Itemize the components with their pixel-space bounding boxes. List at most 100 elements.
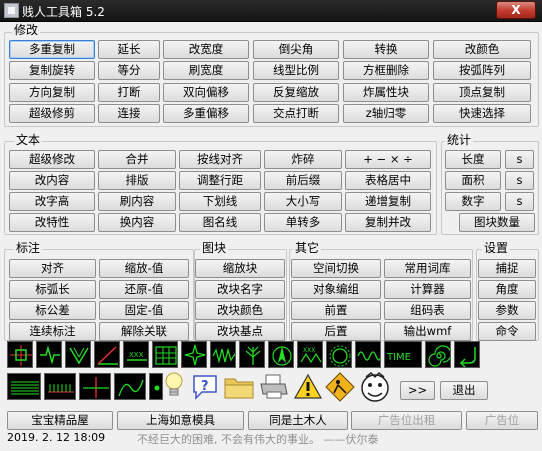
text-button[interactable]: 图名线	[179, 213, 261, 232]
return-arrow-icon[interactable]	[454, 341, 480, 368]
modify-button[interactable]: 快速选择	[433, 104, 531, 123]
settings-button[interactable]: 参数	[478, 301, 536, 320]
text-button[interactable]: 按线对齐	[179, 150, 261, 169]
block-button[interactable]: 改块颜色	[195, 301, 285, 320]
modify-button[interactable]: z轴归零	[343, 104, 429, 123]
modify-button[interactable]: 双向偏移	[163, 83, 249, 102]
compass-icon[interactable]	[268, 341, 294, 368]
settings-button[interactable]: 捕捉	[478, 259, 536, 278]
star-spline-icon[interactable]	[181, 341, 207, 368]
wave-icon[interactable]	[355, 341, 381, 368]
settings-button[interactable]: 角度	[478, 280, 536, 299]
block-button[interactable]: 缩放块	[195, 259, 285, 278]
text-button[interactable]: 改内容	[9, 171, 95, 190]
close-button[interactable]: X	[496, 1, 536, 19]
modify-button[interactable]: 改宽度	[163, 40, 249, 59]
break-line-icon[interactable]	[36, 341, 62, 368]
other-button[interactable]: 对象编组	[291, 280, 381, 299]
folder-icon[interactable]	[223, 373, 255, 401]
text-button[interactable]: 前后缀	[264, 171, 342, 190]
ad-button[interactable]: 广告位	[466, 411, 538, 430]
annotate-button[interactable]: 缩放-值	[99, 259, 189, 278]
modify-button[interactable]: 交点打断	[253, 104, 339, 123]
stats-button[interactable]: 面积	[445, 171, 501, 190]
text-button[interactable]: 排版	[98, 171, 176, 190]
cross-icon[interactable]	[79, 373, 111, 400]
spring-icon[interactable]	[7, 373, 41, 400]
dimension-icon[interactable]: XXX	[123, 341, 149, 368]
text-button[interactable]: 单转多	[264, 213, 342, 232]
link-button-shanghai[interactable]: 上海如意模具	[117, 411, 244, 430]
modify-button[interactable]: 多重复制	[9, 40, 95, 59]
help-icon[interactable]: ?	[190, 372, 220, 402]
text-button[interactable]: 复制并改	[345, 213, 431, 232]
other-button[interactable]: 计算器	[384, 280, 471, 299]
modify-button[interactable]: 炸属性块	[343, 83, 429, 102]
block-count-button[interactable]: 图块数量	[459, 213, 535, 232]
annotate-button[interactable]: 标公差	[9, 301, 96, 320]
text-button[interactable]: 下划线	[179, 192, 261, 211]
stats-s-button[interactable]: s	[505, 150, 534, 169]
modify-button[interactable]: 改颜色	[433, 40, 531, 59]
link-button-tumu[interactable]: 同是土木人	[248, 411, 348, 430]
warning-icon[interactable]	[293, 373, 323, 401]
stats-s-button[interactable]: s	[505, 171, 534, 190]
modify-button[interactable]: 复制旋转	[9, 61, 95, 80]
modify-button[interactable]: 超级修剪	[9, 104, 95, 123]
modify-button[interactable]: 按弧阵列	[433, 61, 531, 80]
modify-button[interactable]: 打断	[98, 83, 160, 102]
text-button[interactable]: 合并	[98, 150, 176, 169]
plant-icon[interactable]	[239, 341, 265, 368]
center-mark-icon[interactable]	[7, 341, 33, 368]
modify-button[interactable]: 线型比例	[253, 61, 339, 80]
modify-button[interactable]: 顶点复制	[433, 83, 531, 102]
modify-button[interactable]: 延长	[98, 40, 160, 59]
stats-button[interactable]: 数字	[445, 192, 501, 211]
modify-button[interactable]: 多重偏移	[163, 104, 249, 123]
annotate-button[interactable]: 解除关联	[99, 322, 189, 341]
text-button[interactable]: 递增复制	[345, 192, 431, 211]
other-button[interactable]: 输出wmf	[384, 322, 471, 341]
other-button[interactable]: 空间切换	[291, 259, 381, 278]
exit-button[interactable]: 退出	[440, 381, 488, 400]
modify-button[interactable]: 刷宽度	[163, 61, 249, 80]
annotate-button[interactable]: 固定-值	[99, 301, 189, 320]
text-button[interactable]: 换内容	[98, 213, 176, 232]
lightbulb-icon[interactable]	[162, 370, 186, 402]
block-button[interactable]: 改块名字	[195, 280, 285, 299]
text-button[interactable]: + − × ÷	[345, 150, 431, 169]
stats-button[interactable]: 长度	[445, 150, 501, 169]
annotate-button[interactable]: 对齐	[9, 259, 96, 278]
time-text-icon[interactable]: TIME	[384, 341, 422, 368]
other-button[interactable]: 后置	[291, 322, 381, 341]
modify-button[interactable]: 反复缩放	[253, 83, 339, 102]
other-button[interactable]: 常用词库	[384, 259, 471, 278]
text-button[interactable]: 炸碎	[264, 150, 342, 169]
angle-icon[interactable]	[94, 341, 120, 368]
curve-icon[interactable]	[114, 373, 146, 400]
modify-button[interactable]: 倒尖角	[253, 40, 339, 59]
modify-button[interactable]: 等分	[98, 61, 160, 80]
other-button[interactable]: 前置	[291, 301, 381, 320]
block-button[interactable]: 改块基点	[195, 322, 285, 341]
other-button[interactable]: 组码表	[384, 301, 471, 320]
leader-icon[interactable]	[65, 341, 91, 368]
comb-icon[interactable]	[44, 373, 76, 400]
settings-button[interactable]: 命令	[478, 322, 536, 341]
text-button[interactable]: 调整行距	[179, 171, 261, 190]
hatch-icon[interactable]: XXX	[297, 341, 323, 368]
text-button[interactable]: 大小写	[264, 192, 342, 211]
text-button[interactable]: 超级修改	[9, 150, 95, 169]
modify-button[interactable]: 方框删除	[343, 61, 429, 80]
modify-button[interactable]: 转换	[343, 40, 429, 59]
dot-icon[interactable]	[149, 373, 163, 400]
modify-button[interactable]: 连接	[98, 104, 160, 123]
title-bar[interactable]: 贱人工具箱 5.2 X	[0, 0, 542, 22]
table-grid-icon[interactable]	[152, 341, 178, 368]
text-button[interactable]: 改特性	[9, 213, 95, 232]
text-button[interactable]: 刷内容	[98, 192, 176, 211]
modify-button[interactable]: 方向复制	[9, 83, 95, 102]
text-button[interactable]: 表格居中	[345, 171, 431, 190]
spiral-icon[interactable]	[425, 341, 451, 368]
annotate-button[interactable]: 连续标注	[9, 322, 96, 341]
